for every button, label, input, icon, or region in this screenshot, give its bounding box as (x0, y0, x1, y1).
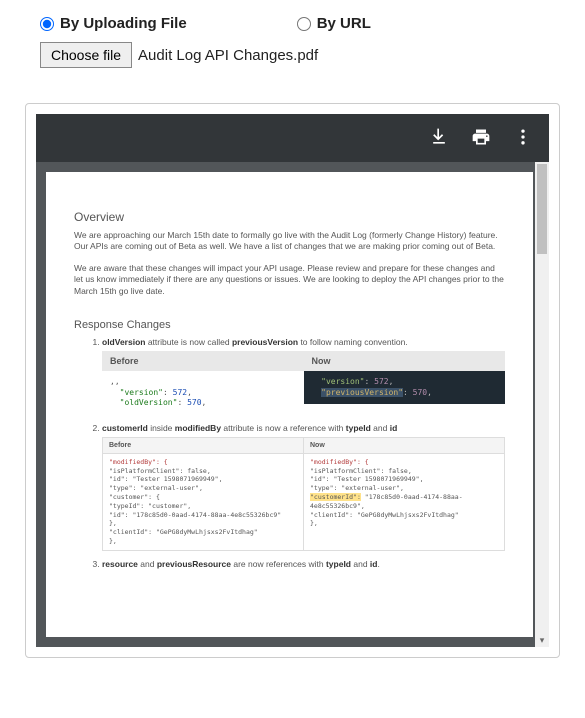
pdf-toolbar (36, 114, 549, 162)
selected-file-name: Audit Log API Changes.pdf (138, 47, 318, 64)
upload-controls: By Uploading File By URL Choose file Aud… (0, 0, 585, 78)
by-url-label: By URL (317, 15, 371, 32)
overview-p1: We are approaching our March 15th date t… (74, 230, 505, 253)
overview-heading: Overview (74, 210, 505, 224)
pdf-body: Overview We are approaching our March 15… (36, 162, 549, 647)
choose-file-button[interactable]: Choose file (40, 42, 132, 68)
before-code: "modifiedBy": { "isPlatformClient": fals… (103, 454, 303, 550)
by-file-label: By Uploading File (60, 15, 187, 32)
now-col: Now "version": 572, "previousVersion": 5… (304, 351, 506, 414)
now-code: "modifiedBy": { "isPlatformClient": fals… (304, 454, 504, 532)
now-header: Now (304, 351, 506, 371)
pdf-viewer: Overview We are approaching our March 15… (36, 114, 549, 647)
scrollbar[interactable]: ▴ ▾ (535, 162, 549, 647)
by-url-option[interactable]: By URL (297, 15, 371, 32)
by-url-radio[interactable] (297, 17, 311, 31)
response-changes-heading: Response Changes (74, 319, 505, 331)
list-item: customerId inside modifiedBy attribute i… (102, 423, 505, 551)
before-header: Before (103, 438, 303, 454)
overview-p2: We are aware that these changes will imp… (74, 263, 505, 297)
scrollbar-thumb[interactable] (537, 164, 547, 254)
pdf-page: Overview We are approaching our March 15… (46, 172, 533, 637)
compare-block-2: Before "modifiedBy": { "isPlatformClient… (102, 437, 505, 551)
list-item: resource and previousResource are now re… (102, 559, 505, 569)
more-icon[interactable] (513, 127, 533, 150)
list-item: oldVersion attribute is now called previ… (102, 337, 505, 414)
changes-list: oldVersion attribute is now called previ… (74, 337, 505, 568)
preview-panel: Overview We are approaching our March 15… (25, 103, 560, 658)
before-col: Before ,, "version": 572, "oldVersion": … (102, 351, 304, 414)
before-code: ,, "version": 572, "oldVersion": 570, (102, 371, 304, 414)
by-file-radio[interactable] (40, 17, 54, 31)
file-row: Choose file Audit Log API Changes.pdf (40, 42, 545, 68)
before-header: Before (102, 351, 304, 371)
by-file-option[interactable]: By Uploading File (40, 15, 187, 32)
now-code: "version": 572, "previousVersion": 570, (304, 371, 506, 404)
now-col: Now "modifiedBy": { "isPlatformClient": … (303, 438, 504, 550)
scroll-down-icon[interactable]: ▾ (535, 633, 549, 647)
download-icon[interactable] (429, 127, 449, 150)
now-header: Now (304, 438, 504, 454)
print-icon[interactable] (471, 127, 491, 150)
before-col: Before "modifiedBy": { "isPlatformClient… (103, 438, 303, 550)
compare-block-1: Before ,, "version": 572, "oldVersion": … (102, 351, 505, 414)
upload-mode-row: By Uploading File By URL (40, 15, 545, 32)
